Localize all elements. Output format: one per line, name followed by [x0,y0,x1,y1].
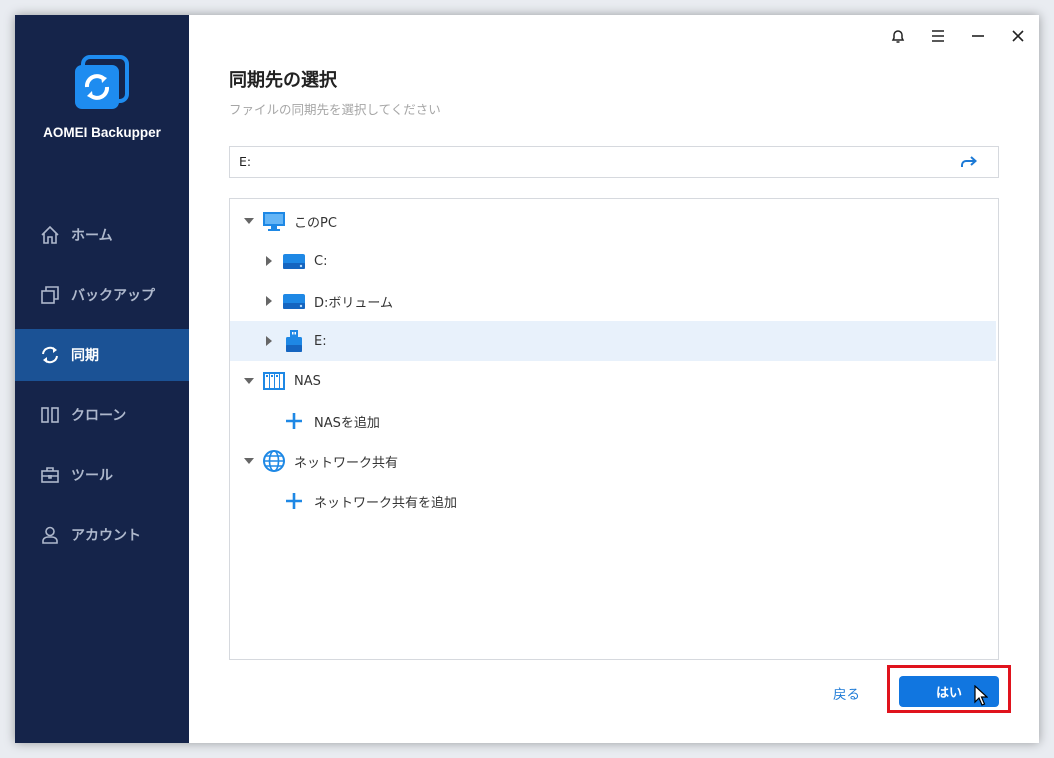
minimize-icon[interactable] [966,25,990,47]
tree-node-drive-d[interactable]: D:ボリューム [230,281,996,321]
menu-icon[interactable] [926,25,950,47]
sidebar: AOMEI Backupper ホーム バックアップ 同期 クローン ツール ア… [15,15,189,743]
tree-node-label: このPC [294,215,337,231]
mouse-cursor-icon [974,684,989,707]
collapse-arrow-icon[interactable] [242,454,256,468]
close-icon[interactable] [1006,25,1030,47]
sidebar-item-label: バックアップ [71,287,155,303]
collapse-arrow-icon[interactable] [242,374,256,388]
add-network-share-label: ネットワーク共有を追加 [314,495,458,511]
usb-drive-icon [282,329,306,353]
tree-node-nas[interactable]: NAS [230,361,996,401]
go-arrow-icon[interactable] [960,153,978,171]
tree-node-label: ネットワーク共有 [294,455,399,471]
plus-icon [282,489,306,513]
tree-node-this-pc[interactable]: このPC [230,201,996,241]
add-network-share-button[interactable]: ネットワーク共有を追加 [230,481,996,521]
expand-arrow-icon[interactable] [262,294,276,308]
tree-node-drive-e[interactable]: E: [230,321,996,361]
clone-icon [39,404,61,426]
page-title: 同期先の選択 [229,70,337,90]
plus-icon [282,409,306,433]
sidebar-item-label: ホーム [71,227,113,243]
tree-node-label: D:ボリューム [314,295,394,311]
bell-icon[interactable] [886,25,910,47]
back-button[interactable]: 戻る [833,683,860,703]
expand-arrow-icon[interactable] [262,334,276,348]
sidebar-item-tools[interactable]: ツール [15,449,189,501]
app-window: AOMEI Backupper ホーム バックアップ 同期 クローン ツール ア… [15,15,1039,743]
account-icon [39,524,61,546]
path-input[interactable]: E: [229,146,999,178]
tree-node-label: E: [314,333,327,349]
home-icon [39,224,61,246]
add-nas-button[interactable]: NASを追加 [230,401,996,441]
tree-node-label: NAS [294,373,321,389]
monitor-icon [262,209,286,233]
tree-node-label: C: [314,253,328,269]
sidebar-item-account[interactable]: アカウント [15,509,189,561]
sidebar-item-home[interactable]: ホーム [15,209,189,261]
sidebar-item-clone[interactable]: クローン [15,389,189,441]
nas-icon [262,369,286,393]
sidebar-item-label: 同期 [71,347,99,363]
tree-node-network-share[interactable]: ネットワーク共有 [230,441,996,481]
sync-icon [39,344,61,366]
app-name: AOMEI Backupper [43,125,161,140]
sidebar-item-backup[interactable]: バックアップ [15,269,189,321]
add-nas-label: NASを追加 [314,415,380,431]
tree-node-drive-c[interactable]: C: [230,241,996,281]
sidebar-item-sync[interactable]: 同期 [15,329,189,381]
destination-tree: このPC C: D:ボリューム E: NAS NASを追加 ネットワーク共有 ネ… [229,198,999,660]
tools-icon [39,464,61,486]
expand-arrow-icon[interactable] [262,254,276,268]
drive-icon [282,249,306,273]
page-subtitle: ファイルの同期先を選択してください [229,102,441,117]
sidebar-item-label: クローン [71,407,127,423]
globe-icon [262,449,286,473]
path-value: E: [239,154,252,169]
backup-icon [39,284,61,306]
sidebar-item-label: ツール [71,467,113,483]
drive-icon [282,289,306,313]
sidebar-item-label: アカウント [71,527,141,543]
collapse-arrow-icon[interactable] [242,214,256,228]
app-logo-icon [71,55,131,115]
